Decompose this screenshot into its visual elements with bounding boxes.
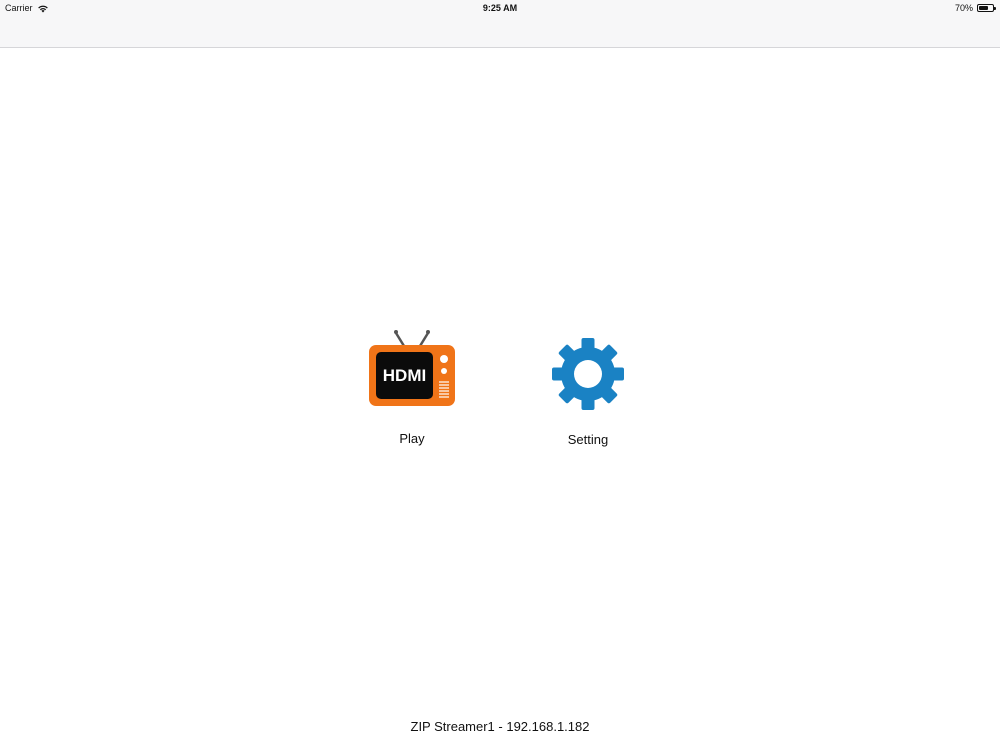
battery-icon bbox=[977, 4, 996, 12]
battery-percent: 70% bbox=[954, 3, 973, 13]
battery-fill bbox=[979, 6, 989, 10]
app-screen: Carrier 9:25 AM 70% HDMI Play Setting ZI… bbox=[0, 0, 1000, 750]
hdmi-icon-text: HDMI bbox=[383, 366, 426, 385]
status-bar: Carrier 9:25 AM 70% bbox=[0, 0, 1000, 16]
status-time: 9:25 AM bbox=[482, 3, 518, 13]
device-info-label: ZIP Streamer1 - 192.168.1.182 bbox=[410, 719, 590, 734]
hdmi-tv-icon: HDMI bbox=[352, 326, 472, 408]
play-button[interactable]: HDMI Play bbox=[352, 326, 472, 446]
setting-label: Setting bbox=[567, 432, 609, 447]
gear-icon bbox=[528, 336, 648, 412]
setting-button[interactable]: Setting bbox=[528, 336, 648, 447]
battery-nub bbox=[994, 7, 996, 10]
play-label: Play bbox=[399, 431, 425, 446]
status-right: 70% bbox=[954, 3, 996, 13]
navigation-bar bbox=[0, 16, 1000, 48]
